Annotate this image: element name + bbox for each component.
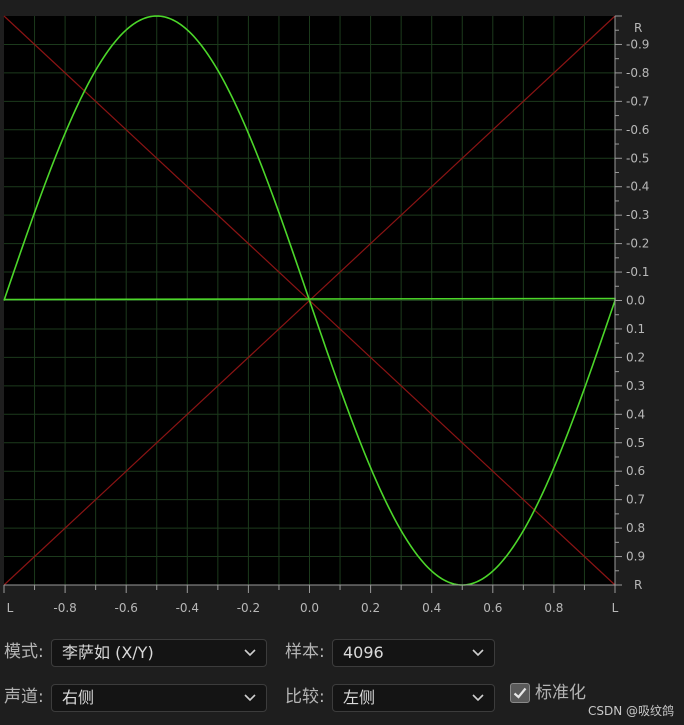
y-tick-label: 0.6 — [626, 464, 645, 478]
x-tick-label: 0.2 — [361, 601, 380, 615]
compare-label: 比较: — [285, 687, 325, 707]
x-tick-label: -0.4 — [176, 601, 199, 615]
chevron-down-icon — [244, 649, 256, 657]
x-tick-label: 0.8 — [544, 601, 563, 615]
y-tick-label: 0.9 — [626, 550, 645, 564]
y-tick-label: R — [634, 578, 642, 592]
checkbox-box[interactable] — [510, 683, 530, 703]
y-tick-label: 0.3 — [626, 379, 645, 393]
y-tick-label: 0.0 — [626, 294, 645, 308]
watermark: CSDN @吸纹鸽 — [585, 703, 676, 719]
channel-value: 右侧 — [62, 688, 95, 707]
y-tick-label: 0.1 — [626, 322, 645, 336]
mode-value: 李萨如 (X/Y) — [62, 643, 154, 662]
x-tick-label: -0.8 — [53, 601, 76, 615]
y-tick-label: -0.1 — [626, 265, 649, 279]
x-tick-label: -0.6 — [114, 601, 137, 615]
x-tick-label: 0.0 — [300, 601, 319, 615]
y-tick-label: -0.2 — [626, 237, 649, 251]
y-tick-label: -0.9 — [626, 37, 649, 51]
x-tick-label: 0.6 — [483, 601, 502, 615]
y-tick-label: -0.8 — [626, 66, 649, 80]
channel-dropdown[interactable]: 右侧 — [51, 684, 267, 712]
samples-value: 4096 — [343, 643, 384, 662]
y-tick-label: -0.4 — [626, 180, 649, 194]
compare-dropdown[interactable]: 左侧 — [332, 684, 495, 712]
y-tick-label: R — [634, 21, 642, 35]
y-tick-label: 0.7 — [626, 493, 645, 507]
y-tick-label: -0.6 — [626, 123, 649, 137]
normalize-label: 标准化 — [535, 683, 586, 703]
y-tick-label: -0.3 — [626, 208, 649, 222]
mode-label: 模式: — [4, 642, 44, 662]
checkmark-icon — [513, 687, 527, 699]
compare-value: 左侧 — [343, 688, 376, 707]
y-tick-label: 0.5 — [626, 436, 645, 450]
y-tick-label: 0.2 — [626, 350, 645, 364]
x-axis-ticks: L -0.8 -0.6 -0.4 -0.2 0.0 0.2 0.4 0.6 0.8 L — [3, 585, 619, 615]
lissajous-plot: L -0.8 -0.6 -0.4 -0.2 0.0 0.2 0.4 0.6 0.8 L R -0.9 -… — [3, 15, 649, 615]
x-tick-label: L — [612, 601, 619, 615]
y-tick-label: -0.7 — [626, 94, 649, 108]
x-tick-label: 0.4 — [422, 601, 441, 615]
mode-dropdown[interactable]: 李萨如 (X/Y) — [51, 639, 267, 667]
samples-label: 样本: — [285, 642, 325, 662]
chevron-down-icon — [472, 694, 484, 702]
channel-label: 声道: — [4, 687, 44, 707]
y-tick-label: -0.5 — [626, 151, 649, 165]
x-tick-label: -0.2 — [237, 601, 260, 615]
y-tick-label: 0.8 — [626, 521, 645, 535]
chevron-down-icon — [244, 694, 256, 702]
y-tick-label: 0.4 — [626, 407, 645, 421]
x-tick-label: L — [7, 601, 14, 615]
samples-dropdown[interactable]: 4096 — [332, 639, 495, 667]
y-axis-ticks: R -0.9 -0.8 -0.7 -0.6 -0.5 -0.4 -0.3 -0.2 -0.1 0.0… — [615, 15, 649, 592]
chevron-down-icon — [472, 649, 484, 657]
